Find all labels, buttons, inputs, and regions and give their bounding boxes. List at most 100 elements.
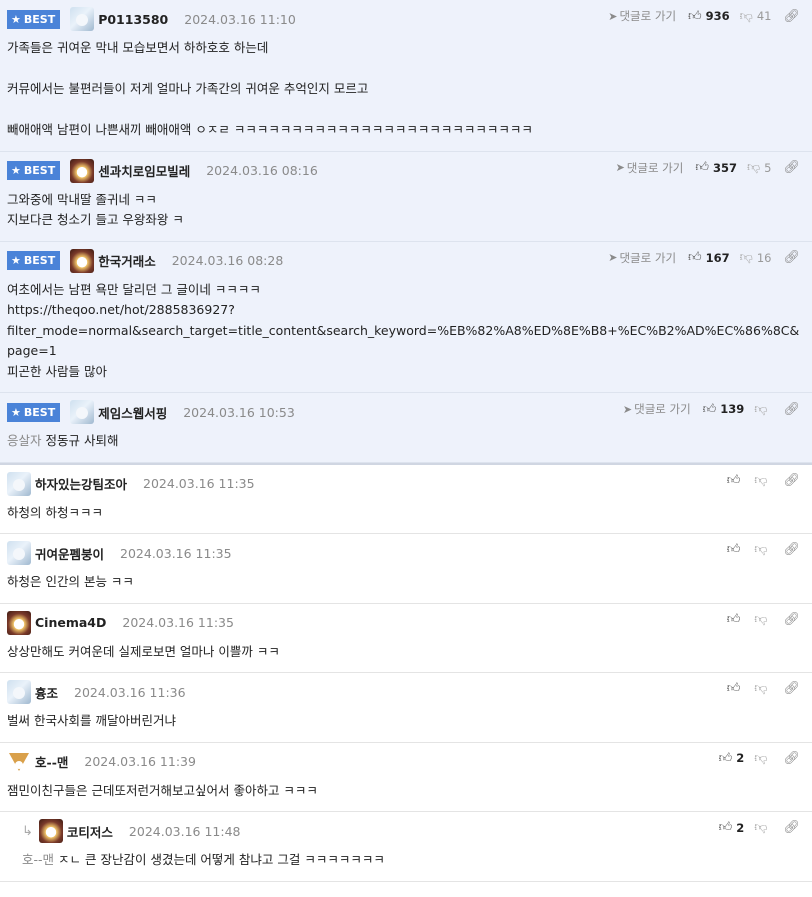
dislike-button[interactable]: 👎︎ [754, 820, 771, 835]
comment-tools: 👍︎ 👎︎ 🔗︎ [727, 612, 800, 627]
comment-text: ㅈㄴ 큰 장난감이 생겼는데 어떻게 참냐고 그걸 ㅋㅋㅋㅋㅋㅋㅋ [58, 852, 385, 867]
reply-arrow-icon: ↳ [22, 823, 33, 839]
comment-text: 그와중에 막내딸 졸귀네 ㅋㅋ 지보다큰 청소기 들고 우왕좌왕 ㅋ [7, 191, 184, 228]
avatar[interactable] [7, 680, 31, 704]
goto-label: 댓글로 가기 [626, 160, 684, 175]
nickname[interactable]: 센과치로임모빌레 [98, 161, 190, 180]
avatar[interactable] [70, 400, 95, 424]
comment-date: 2024.03.16 11:10 [184, 11, 296, 27]
avatar[interactable] [7, 749, 31, 774]
thumb-down-icon: 👎︎ [754, 401, 768, 417]
avatar[interactable] [7, 610, 31, 635]
star-icon: ★ [11, 12, 21, 26]
comment-body: 벌써 한국사회를 깨달아버린거냐 [7, 703, 804, 742]
like-button[interactable]: 👍︎ 2 [719, 820, 745, 835]
nickname[interactable]: 하자있는강팀조아 [35, 474, 127, 493]
comment-tools: 👍︎ 👎︎ 🔗︎ [727, 473, 800, 488]
comment-item: ★ BEST 제임스웹서핑 2024.03.16 10:53 ➤ 댓글로 가기 👍︎… [0, 393, 812, 463]
link-icon[interactable]: 🔗︎ [783, 612, 800, 627]
best-badge: ★ BEST [7, 251, 61, 270]
link-icon[interactable]: 🔗︎ [783, 681, 800, 696]
comment-header: Cinema4D 2024.03.16 11:35 [7, 610, 804, 635]
avatar[interactable] [70, 158, 95, 183]
dislike-button[interactable]: 👎︎ [754, 542, 771, 557]
link-icon[interactable]: 🔗︎ [783, 250, 800, 265]
like-button[interactable]: 👍︎ 2 [719, 751, 745, 766]
nickname[interactable]: 흉조 [35, 683, 58, 702]
like-button[interactable]: 👍︎ 357 [695, 160, 737, 175]
nickname[interactable]: 코티저스 [67, 822, 113, 841]
comment-body: 하청은 인간의 본능 ㅋㅋ [7, 564, 804, 603]
thumb-up-icon: 👍︎ [726, 681, 741, 696]
dislike-button[interactable]: 👎︎ [754, 681, 771, 696]
comment-item: ★ BEST P0113580 2024.03.16 11:10 ➤ 댓글로 가기 … [0, 0, 812, 152]
avatar[interactable] [7, 471, 31, 496]
dislike-button[interactable]: 👎︎ [754, 751, 771, 766]
best-label: BEST [23, 164, 56, 177]
comment-tools: ➤ 댓글로 가기 👍︎ 357 👎︎ 5 🔗︎ [616, 160, 800, 176]
link-icon[interactable]: 🔗︎ [783, 751, 800, 766]
like-button[interactable]: 👍︎ [727, 473, 745, 488]
thumb-up-icon: 👍︎ [702, 401, 717, 417]
nickname[interactable]: 귀여운펨붕이 [35, 544, 104, 563]
like-button[interactable]: 👍︎ [727, 612, 745, 627]
mention[interactable]: 호--맨 [22, 852, 54, 867]
avatar[interactable] [7, 541, 31, 565]
comment-list: ★ BEST P0113580 2024.03.16 11:10 ➤ 댓글로 가기 … [0, 0, 812, 882]
comment-text: 정동규 사퇴해 [45, 433, 119, 448]
link-icon[interactable]: 🔗︎ [783, 820, 800, 835]
comment-tools: 👍︎ 2 👎︎ 🔗︎ [719, 820, 800, 835]
best-label: BEST [23, 405, 56, 419]
nickname[interactable]: 호--맨 [35, 752, 68, 771]
thumb-down-icon: 👎︎ [754, 750, 768, 766]
comment-text: 하청은 인간의 본능 ㅋㅋ [7, 574, 134, 589]
best-label: BEST [23, 254, 56, 267]
link-icon[interactable]: 🔗︎ [783, 542, 800, 557]
link-icon[interactable]: 🔗︎ [783, 402, 800, 417]
avatar[interactable] [38, 819, 63, 843]
comment-date: 2024.03.16 11:35 [143, 476, 255, 491]
like-button[interactable]: 👍︎ 167 [688, 250, 730, 265]
like-button[interactable]: 👍︎ 936 [688, 9, 730, 24]
thumb-down-icon: 👎︎ [739, 250, 753, 265]
thumb-up-icon: 👍︎ [688, 8, 702, 24]
comment-text: 상상만해도 커여운데 실제로보면 얼마나 이쁠까 ㅋㅋ [7, 643, 280, 659]
comment-header: 하자있는강팀조아 2024.03.16 11:35 [7, 471, 804, 496]
comment-item: 흉조 2024.03.16 11:36 👍︎ 👎︎ 🔗︎ 벌써 한국사회를 깨달… [0, 673, 812, 743]
like-button[interactable]: 👍︎ [727, 681, 745, 696]
link-icon[interactable]: 🔗︎ [783, 473, 800, 488]
comment-date: 2024.03.16 11:35 [122, 615, 234, 630]
goto-comment-button[interactable]: ➤ 댓글로 가기 [608, 8, 676, 24]
thumb-up-icon: 👍︎ [695, 160, 709, 175]
comment-text: 잼민이친구들은 근데또저런거해보고싶어서 좋아하고 ㅋㅋㅋ [7, 782, 318, 798]
comment-item: Cinema4D 2024.03.16 11:35 👍︎ 👎︎ 🔗︎ 상상만해도… [0, 604, 812, 673]
dislike-button[interactable]: 👎︎ 16 [740, 250, 772, 265]
nickname[interactable]: 제임스웹서핑 [98, 403, 167, 422]
like-button[interactable]: 👍︎ 139 [703, 402, 745, 417]
dislike-button[interactable]: 👎︎ [754, 612, 771, 627]
comment-item: 호--맨 2024.03.16 11:39 👍︎ 2 👎︎ 🔗︎ 잼민이친구들은 … [0, 743, 812, 812]
dislike-button[interactable]: 👎︎ 5 [747, 160, 772, 175]
nickname[interactable]: Cinema4D [35, 615, 106, 630]
like-button[interactable]: 👍︎ [727, 542, 745, 557]
link-icon[interactable]: 🔗︎ [783, 9, 800, 24]
thumb-up-icon: 👍︎ [726, 472, 741, 488]
mention[interactable]: 응살자 [7, 433, 42, 448]
goto-comment-button[interactable]: ➤ 댓글로 가기 [616, 160, 684, 176]
goto-comment-button[interactable]: ➤ 댓글로 가기 [623, 401, 691, 417]
link-icon[interactable]: 🔗︎ [783, 160, 800, 175]
comment-body: 그와중에 막내딸 졸귀네 ㅋㅋ 지보다큰 청소기 들고 우왕좌왕 ㅋ [7, 182, 804, 241]
dislike-button[interactable]: 👎︎ [754, 402, 771, 417]
thumb-down-icon: 👎︎ [754, 681, 768, 696]
nickname[interactable]: 한국거래소 [98, 251, 156, 270]
comment-tools: 👍︎ 2 👎︎ 🔗︎ [719, 751, 800, 766]
avatar[interactable] [70, 248, 95, 273]
dislike-button[interactable]: 👎︎ [754, 473, 771, 488]
comment-body: 여초에서는 남편 욕만 달리던 그 글이네 ㅋㅋㅋㅋ https://theqo… [7, 272, 804, 393]
dislike-button[interactable]: 👎︎ 41 [740, 9, 772, 24]
goto-comment-button[interactable]: ➤ 댓글로 가기 [608, 250, 676, 266]
avatar[interactable] [70, 7, 95, 31]
comment-body: 하청의 하청ㅋㅋㅋ [7, 495, 804, 534]
nickname[interactable]: P0113580 [98, 12, 168, 27]
comment-date: 2024.03.16 11:39 [84, 754, 196, 769]
